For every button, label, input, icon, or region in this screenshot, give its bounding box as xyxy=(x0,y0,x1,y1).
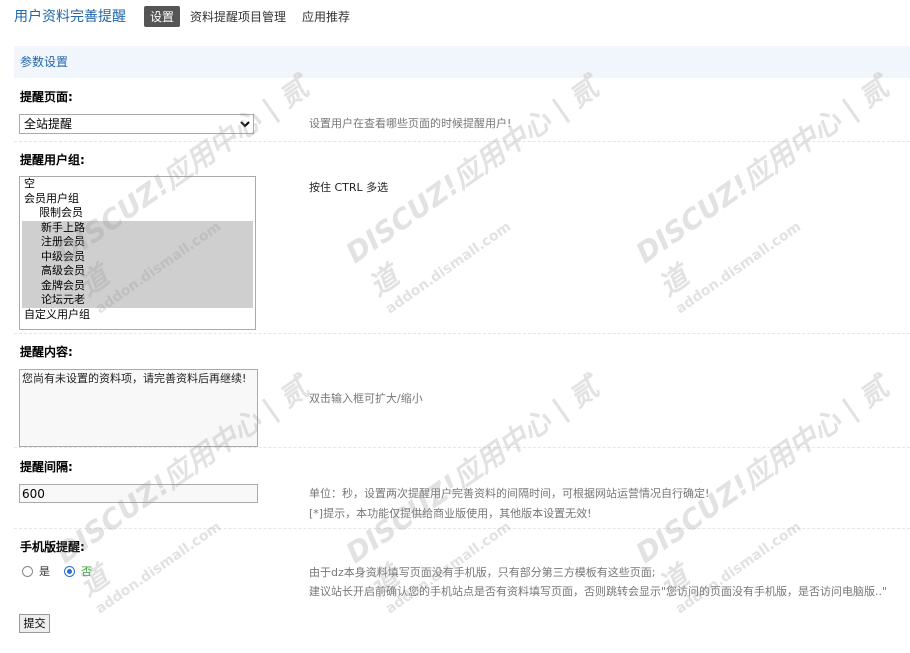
divider xyxy=(14,333,910,334)
mobile-radio-group: 是 否 xyxy=(22,563,106,579)
content-textarea[interactable]: 您尚有未设置的资料项，请完善资料后再继续! xyxy=(19,369,258,447)
remind-page-select[interactable]: 全站提醒 xyxy=(19,114,254,134)
user-groups-hint: 按住 CTRL 多选 xyxy=(309,181,389,194)
user-group-option[interactable]: 空 xyxy=(20,177,255,192)
tab-settings[interactable]: 设置 xyxy=(144,5,181,27)
radio-yes-label[interactable]: 是 xyxy=(39,563,50,579)
remind-page-label: 提醒页面: xyxy=(20,90,73,104)
mobile-label: 手机版提醒: xyxy=(20,540,85,554)
radio-no-label[interactable]: 否 xyxy=(81,563,92,579)
interval-hint-1: 单位：秒，设置两次提醒用户完善资料的间隔时间，可根据网站运营情况自行确定! xyxy=(309,487,710,500)
divider xyxy=(14,447,910,448)
user-group-option[interactable]: 金牌会员 xyxy=(22,278,253,293)
content-hint: 双击输入框可扩大/缩小 xyxy=(309,392,423,405)
mobile-hint-2: 建议站长开启前确认您的手机站点是否有资料填写页面，否则跳转会显示"您访问的页面没… xyxy=(309,585,888,598)
user-group-option[interactable]: 新手上路 xyxy=(22,220,253,235)
section-header: 参数设置 xyxy=(14,46,910,78)
user-group-option[interactable]: 自定义用户组 xyxy=(20,308,255,323)
user-group-option[interactable]: 中级会员 xyxy=(22,249,253,264)
mobile-hint-1: 由于dz本身资料填写页面没有手机版，只有部分第三方模板有这些页面; xyxy=(309,566,656,579)
user-groups-listbox[interactable]: 空会员用户组 限制会员 新手上路 注册会员 中级会员 高级会员 金牌会员 论坛元老 自定义用户组 xyxy=(19,176,256,330)
divider xyxy=(14,528,910,529)
radio-no[interactable] xyxy=(64,565,75,577)
interval-label: 提醒间隔: xyxy=(20,460,73,474)
tab-profile-item-management[interactable]: 资料提醒项目管理 xyxy=(184,6,292,27)
user-group-option[interactable]: 高级会员 xyxy=(22,264,253,279)
watermark-logo: DISCUZ!应用中心 | 贰道 addon.dismall.com xyxy=(629,70,895,318)
user-group-option[interactable]: 论坛元老 xyxy=(22,293,253,308)
interval-hint-2: [*]提示，本功能仅提供给商业版使用，其他版本设置无效! xyxy=(309,507,592,520)
watermark-logo: DISCUZ!应用中心 | 贰道 addon.dismall.com xyxy=(629,370,895,618)
tab-app-recommend[interactable]: 应用推荐 xyxy=(296,6,356,27)
user-group-option[interactable]: 注册会员 xyxy=(22,235,253,250)
user-group-option[interactable]: 限制会员 xyxy=(20,206,255,221)
radio-yes[interactable] xyxy=(22,565,33,577)
interval-input[interactable] xyxy=(19,484,258,503)
content-label: 提醒内容: xyxy=(20,345,73,359)
section-title: 参数设置 xyxy=(20,55,69,69)
remind-page-hint: 设置用户在查看哪些页面的时候提醒用户! xyxy=(309,117,512,130)
app-title[interactable]: 用户资料完善提醒 xyxy=(14,6,126,26)
top-nav: 用户资料完善提醒 设置 资料提醒项目管理 应用推荐 xyxy=(14,5,360,27)
watermark-logo: DISCUZ!应用中心 | 贰道 addon.dismall.com xyxy=(339,70,605,318)
user-group-option[interactable]: 会员用户组 xyxy=(20,192,255,207)
divider xyxy=(14,141,910,142)
submit-button[interactable]: 提交 xyxy=(19,614,50,633)
user-groups-label: 提醒用户组: xyxy=(20,153,85,167)
